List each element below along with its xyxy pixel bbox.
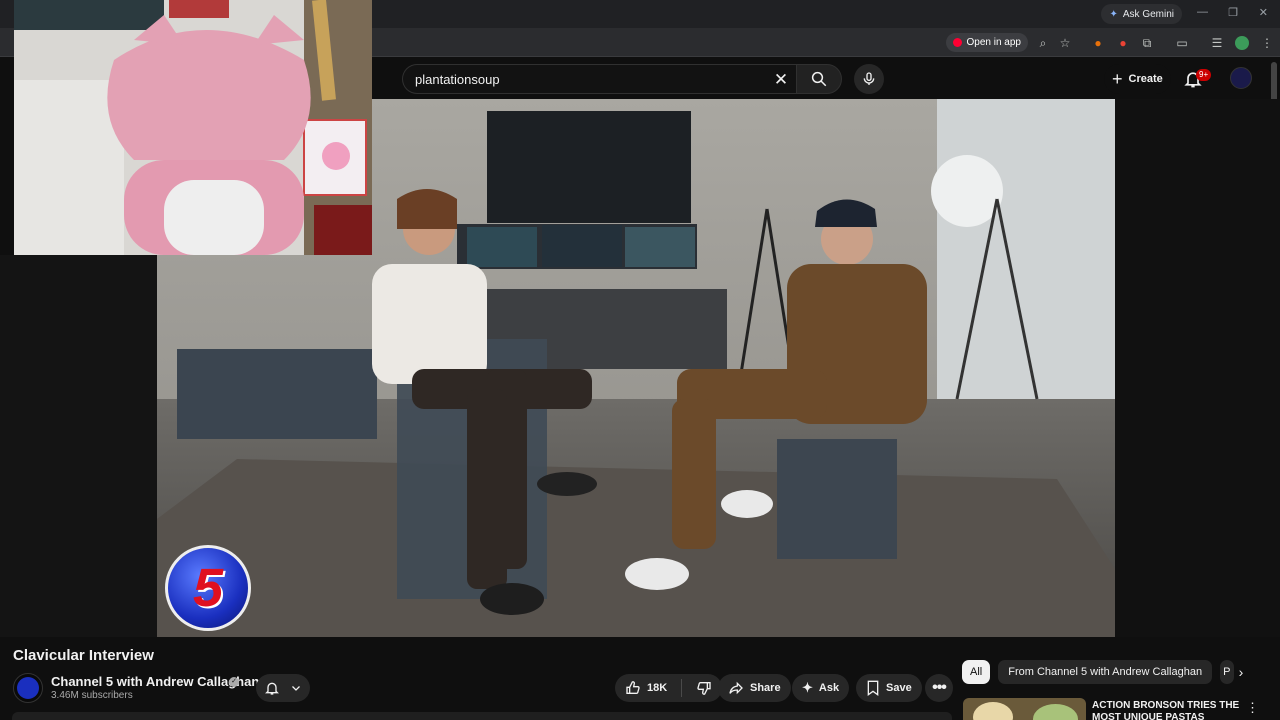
youtube-app-icon — [952, 38, 962, 47]
like-button[interactable]: 18K — [625, 680, 667, 696]
verified-icon: ✓ — [229, 677, 239, 687]
like-divider — [681, 679, 683, 697]
description-box[interactable] — [12, 712, 952, 720]
thumbnail-plate — [973, 702, 1013, 720]
webcam-frame — [14, 0, 372, 255]
chevron-down-icon — [292, 686, 300, 691]
zoom-icon[interactable]: ⌕ — [1036, 36, 1050, 50]
search-box[interactable]: plantationsoup ✕ — [402, 64, 796, 94]
more-icon: ••• — [932, 679, 947, 696]
bookmark-star-icon[interactable]: ☆ — [1058, 36, 1072, 50]
ask-button[interactable]: ✦ Ask — [792, 674, 850, 702]
share-button[interactable]: Share — [718, 674, 791, 702]
minimize-icon[interactable]: — — [1197, 6, 1208, 18]
recommended-video-thumbnail[interactable] — [963, 698, 1086, 720]
like-dislike-group: 18K — [615, 674, 723, 702]
save-button[interactable]: Save — [856, 674, 922, 702]
browser-menu-icon[interactable]: ⋮ — [1260, 36, 1274, 50]
search-input[interactable]: plantationsoup — [415, 72, 500, 87]
chevron-right-icon[interactable]: › — [1232, 663, 1250, 681]
like-count: 18K — [647, 682, 668, 694]
right-gutter — [1115, 99, 1280, 637]
extension-shield-icon[interactable]: ● — [1116, 36, 1130, 50]
cast-icon[interactable]: ▭ — [1175, 36, 1189, 50]
more-actions-button[interactable]: ••• — [925, 674, 953, 702]
share-icon — [729, 681, 743, 695]
save-label: Save — [886, 682, 912, 694]
profile-icon[interactable] — [1235, 36, 1249, 50]
mic-icon — [863, 72, 875, 85]
open-in-app-label[interactable]: Open in app — [967, 37, 1022, 48]
ask-gemini-label: Ask Gemini — [1122, 8, 1174, 20]
channel-avatar-logo — [17, 677, 39, 699]
subscriber-count: 3.46M subscribers — [51, 690, 133, 701]
channel-avatar[interactable] — [13, 673, 43, 703]
search-icon — [811, 71, 827, 87]
gemini-sparkle-icon: ✦ — [1109, 8, 1118, 20]
share-label: Share — [750, 682, 781, 694]
left-gutter — [0, 255, 157, 637]
close-window-icon[interactable]: ✕ — [1259, 6, 1268, 19]
thumbs-down-icon[interactable] — [696, 680, 712, 696]
channel-5-logo-numeral: 5 — [192, 558, 224, 618]
ask-label: Ask — [818, 682, 840, 694]
clear-search-icon[interactable]: ✕ — [770, 69, 792, 91]
ask-gemini-button[interactable]: ✦ Ask Gemini — [1101, 4, 1182, 24]
chip-from-channel[interactable]: From Channel 5 with Andrew Callaghan — [998, 660, 1213, 684]
recommendation-chips: All From Channel 5 with Andrew Callaghan… — [962, 660, 1235, 684]
extensions-puzzle-icon[interactable]: ⧉ — [1140, 36, 1154, 50]
recommended-video-title[interactable]: ACTION BRONSON TRIES THE MOST UNIQUE PAS… — [1092, 700, 1242, 720]
plus-icon: + — [1112, 68, 1123, 89]
channel-5-logo: 5 — [165, 545, 251, 631]
create-label: Create — [1128, 73, 1163, 85]
chip-all[interactable]: All — [962, 660, 991, 684]
restore-icon[interactable]: ❐ — [1228, 6, 1238, 19]
subscribe-notifications-button[interactable] — [256, 674, 310, 702]
search-button[interactable] — [796, 64, 842, 94]
bell-icon — [265, 682, 279, 695]
create-button[interactable]: + Create — [1104, 64, 1171, 94]
bookmark-icon — [867, 680, 879, 696]
open-in-app-button[interactable]: Open in app — [945, 33, 1028, 52]
account-avatar[interactable] — [1230, 67, 1252, 89]
thumbs-up-icon — [626, 681, 640, 695]
voice-search-button[interactable] — [854, 64, 884, 94]
more-icon[interactable]: ⋮ — [1246, 700, 1259, 716]
video-title: Clavicular Interview — [13, 647, 154, 664]
notification-badge: 9+ — [1196, 69, 1212, 81]
sparkle-icon: ✦ — [802, 680, 813, 695]
reading-list-icon[interactable]: ☰ — [1210, 36, 1224, 50]
page: ✦ Ask Gemini — ❐ ✕ Open in app ⌕ ☆ ● ● ⧉… — [0, 0, 1280, 720]
extension-fox-icon[interactable]: ● — [1091, 36, 1105, 50]
webcam-overlay — [14, 0, 372, 255]
thumbnail-plate-2 — [1033, 704, 1078, 720]
